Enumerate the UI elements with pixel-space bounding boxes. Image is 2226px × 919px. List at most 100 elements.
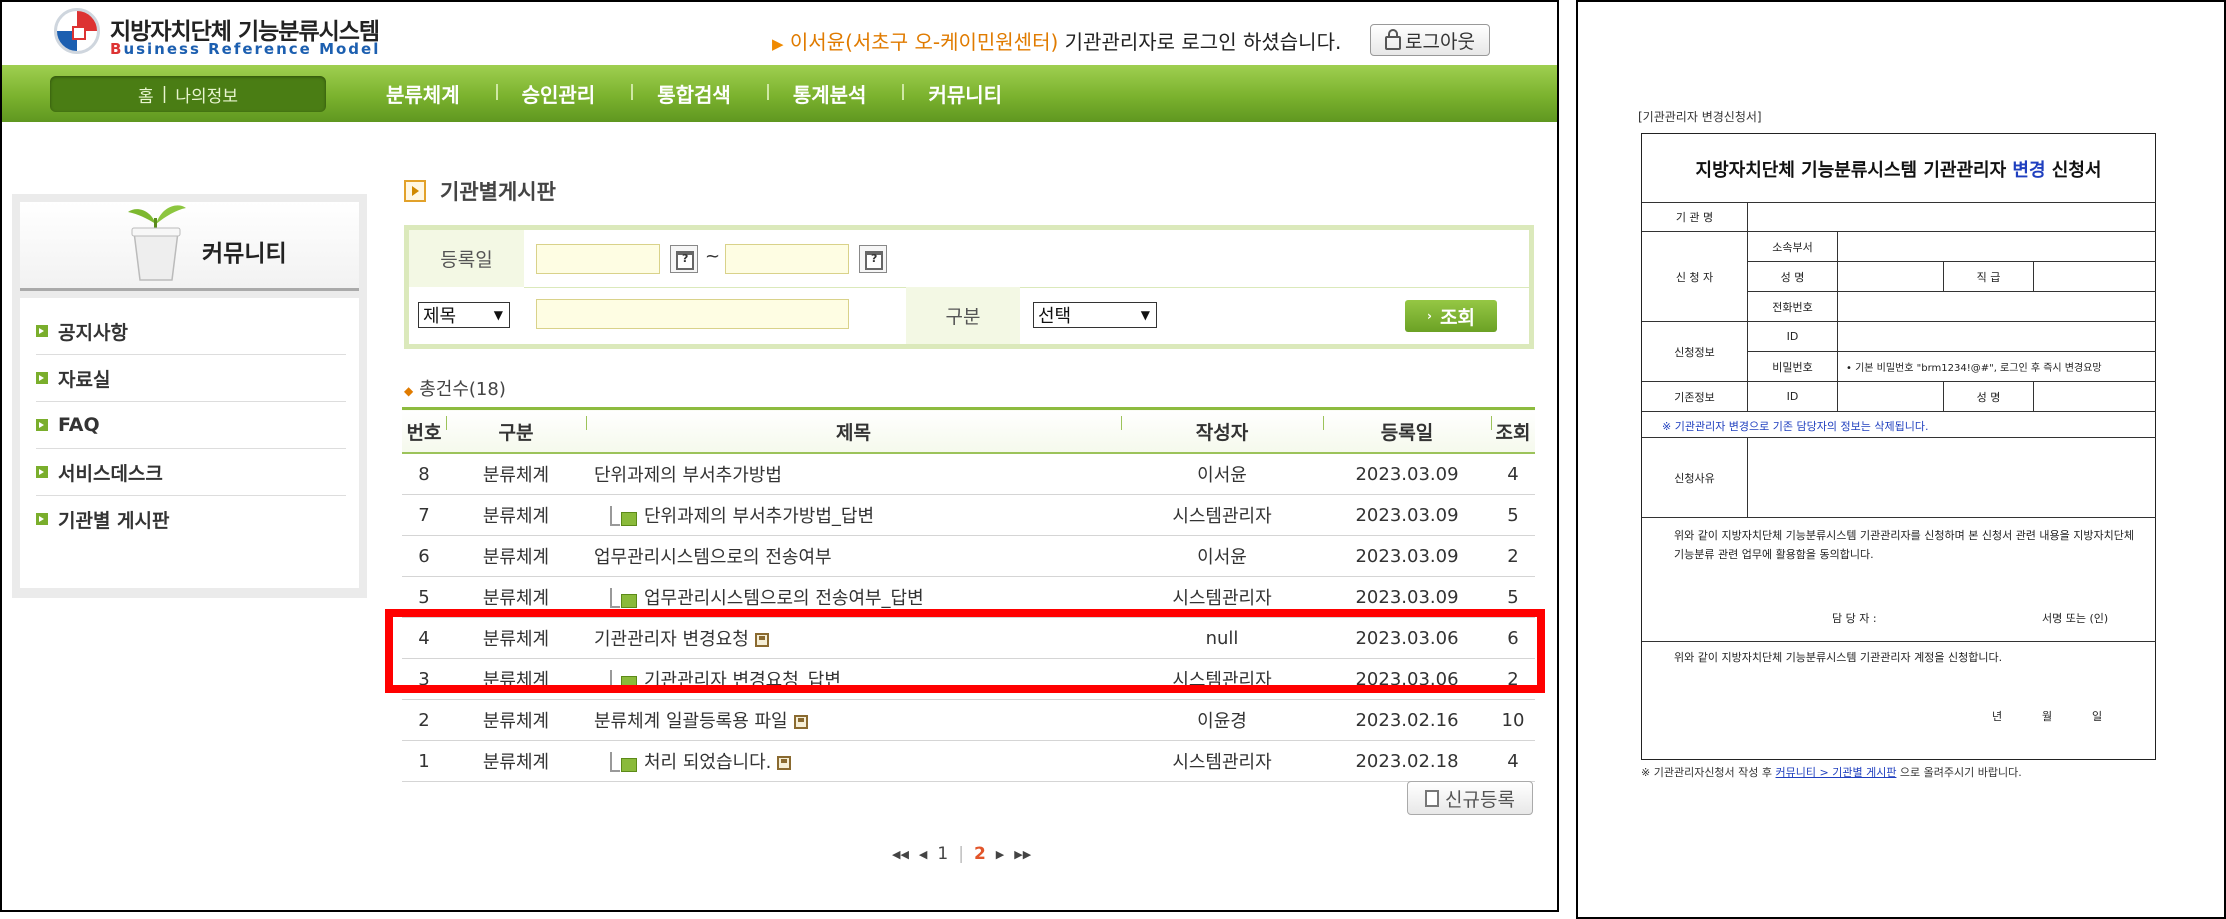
myinfo-link[interactable]: 나의정보 <box>175 82 238 107</box>
application-text: 위와 같이 지방자치단체 기능분류시스템 기관관리자 계정을 신청합니다. <box>1674 651 2003 664</box>
row-title-text[interactable]: 단위과제의 부서추가방법 <box>594 465 782 486</box>
name-value <box>1838 262 1944 292</box>
page-2-current[interactable]: 2 <box>974 844 986 864</box>
sidebar: 커뮤니티 공지사항 자료실 FAQ 서비스데스크 기관별 게시판 <box>12 194 367 598</box>
sidebar-item-service-desk[interactable]: 서비스데스크 <box>36 449 346 496</box>
row-title-text[interactable]: 처리 되었습니다. <box>644 752 771 773</box>
row-title-text[interactable]: 업무관리시스템으로의 전송여부_답변 <box>644 588 924 609</box>
login-status: ▶ 이서윤(서초구 오-케이민원센터) 기관관리자로 로그인 하셨습니다. <box>772 26 1341 55</box>
logo[interactable]: 지방자치단체 기능분류시스템 Business Reference Model <box>54 8 380 62</box>
password-note: • 기본 비밀번호 "brm1234!@#", 로그인 후 즉시 변경요망 <box>1838 352 2156 382</box>
sidebar-item-library[interactable]: 자료실 <box>36 355 346 402</box>
phone-value <box>1838 292 2156 322</box>
sidebar-item-label: 서비스데스크 <box>58 462 163 485</box>
row-number: 1 <box>402 740 446 782</box>
reply-icon <box>610 506 638 528</box>
row-number: 8 <box>402 453 446 495</box>
start-date-input[interactable] <box>536 244 660 274</box>
login-user: 이서윤(서초구 오-케이민원센터) <box>789 30 1059 54</box>
new-post-button[interactable]: 신규등록 <box>1407 781 1533 815</box>
existing-id-value <box>1838 382 1944 412</box>
nav-item-search[interactable]: 통합검색 <box>633 79 769 108</box>
signature-label: 서명 또는 (인) <box>2042 612 2109 625</box>
home-nav-box: 홈 | 나의정보 <box>50 76 326 112</box>
last-page-icon[interactable]: ▶▶ <box>1014 848 1031 861</box>
title-arrow-icon <box>404 180 426 202</box>
first-page-icon[interactable]: ◀◀ <box>892 848 909 861</box>
sidebar-item-label: 자료실 <box>58 368 111 391</box>
total-count-text: 총건수(18) <box>419 379 506 400</box>
keyword-input[interactable] <box>536 299 849 329</box>
rank-label: 직 급 <box>1944 262 2034 292</box>
row-date: 2023.02.16 <box>1323 699 1491 741</box>
row-title[interactable]: 단위과제의 부서추가방법 <box>586 453 1121 495</box>
day-label: 일 <box>2092 710 2103 723</box>
applicant-label: 신 청 자 <box>1642 232 1748 322</box>
row-author: 이윤경 <box>1121 699 1323 741</box>
sidebar-item-faq[interactable]: FAQ <box>36 402 346 449</box>
nav-item-statistics[interactable]: 통계분석 <box>769 79 905 108</box>
calendar-icon[interactable] <box>670 245 698 273</box>
prev-page-icon[interactable]: ◀ <box>919 848 927 861</box>
row-date: 2023.03.09 <box>1323 494 1491 536</box>
table-row[interactable]: 1 분류체계 처리 되었습니다. 시스템관리자 2023.02.18 4 <box>402 740 1535 782</box>
row-views: 4 <box>1491 453 1535 495</box>
bullet-icon <box>36 513 48 525</box>
row-category: 분류체계 <box>446 453 586 495</box>
category-select[interactable]: 선택 ▼ <box>1033 302 1157 328</box>
logo-subtitle: Business Reference Model <box>110 40 381 58</box>
lock-icon <box>1385 29 1402 50</box>
footnote-link[interactable]: 커뮤니티 > 기관별 게시판 <box>1776 766 1897 779</box>
calendar-icon[interactable] <box>859 245 887 273</box>
row-title[interactable]: 단위과제의 부서추가방법_답변 <box>586 494 1121 536</box>
sidebar-item-notice[interactable]: 공지사항 <box>36 308 346 355</box>
reason-value <box>1748 438 2156 518</box>
bullet-icon <box>36 419 48 431</box>
table-row[interactable]: 7 분류체계 단위과제의 부서추가방법_답변 시스템관리자 2023.03.09 5 <box>402 494 1535 536</box>
end-date-input[interactable] <box>725 244 849 274</box>
field-select[interactable]: 제목 ▼ <box>418 302 510 328</box>
row-date: 2023.03.09 <box>1323 535 1491 577</box>
search-button-label: 조회 <box>1439 306 1475 329</box>
row-category: 분류체계 <box>446 740 586 782</box>
sidebar-title: 커뮤니티 <box>202 241 287 267</box>
nav-item-community[interactable]: 커뮤니티 <box>904 79 1040 108</box>
sidebar-item-label: FAQ <box>58 414 100 436</box>
home-link[interactable]: 홈 <box>138 82 154 107</box>
logout-button[interactable]: 로그아웃 <box>1370 24 1490 56</box>
search-row-keyword: 제목 ▼ 구분 선택 ▼ › 조회 <box>409 287 1529 344</box>
row-title-text[interactable]: 단위과제의 부서추가방법_답변 <box>644 506 874 527</box>
nav-menu: 분류체계 승인관리 통합검색 통계분석 커뮤니티 <box>362 65 1040 122</box>
date-range-separator: ~ <box>705 246 721 267</box>
row-author: 시스템관리자 <box>1121 740 1323 782</box>
row-title[interactable]: 업무관리시스템으로의 전송여부 <box>586 535 1121 577</box>
name-label: 성 명 <box>1748 262 1838 292</box>
row-author: 이서윤 <box>1121 453 1323 495</box>
row-title-text[interactable]: 분류체계 일괄등록용 파일 <box>594 711 788 732</box>
page-1[interactable]: 1 <box>937 844 948 864</box>
row-title[interactable]: 처리 되었습니다. <box>586 740 1121 782</box>
nav-item-approval[interactable]: 승인관리 <box>498 79 634 108</box>
form-footnote: ※ 기관관리자신청서 작성 후 커뮤니티 > 기관별 게시판 으로 올려주시기 … <box>1641 766 2022 779</box>
row-category: 분류체계 <box>446 699 586 741</box>
sidebar-item-org-board[interactable]: 기관별 게시판 <box>36 496 346 542</box>
password-label: 비밀번호 <box>1748 352 1838 382</box>
dept-label: 소속부서 <box>1748 232 1838 262</box>
table-row[interactable]: 2 분류체계 분류체계 일괄등록용 파일 이윤경 2023.02.16 10 <box>402 699 1535 741</box>
row-title[interactable]: 분류체계 일괄등록용 파일 <box>586 699 1121 741</box>
sidebar-item-label: 공지사항 <box>58 321 128 344</box>
main-nav: 홈 | 나의정보 분류체계 승인관리 통합검색 통계분석 커뮤니티 <box>2 65 1557 122</box>
row-views: 2 <box>1491 535 1535 577</box>
column-header-views: 조회 <box>1491 407 1535 454</box>
page-separator: | <box>958 844 964 864</box>
sidebar-menu: 공지사항 자료실 FAQ 서비스데스크 기관별 게시판 <box>20 298 359 588</box>
table-row[interactable]: 8 분류체계 단위과제의 부서추가방법 이서윤 2023.03.09 4 <box>402 453 1535 495</box>
search-button[interactable]: › 조회 <box>1405 300 1497 332</box>
row-title-text[interactable]: 업무관리시스템으로의 전송여부 <box>594 547 832 568</box>
column-header-author: 작성자 <box>1121 407 1323 454</box>
agreement-text: 위와 같이 지방자치단체 기능분류시스템 기관관리자를 신청하며 본 신청서 관… <box>1674 529 2135 561</box>
table-row[interactable]: 6 분류체계 업무관리시스템으로의 전송여부 이서윤 2023.03.09 2 <box>402 535 1535 577</box>
column-header-category: 구분 <box>446 407 586 454</box>
nav-item-classification[interactable]: 분류체계 <box>362 79 498 108</box>
next-page-icon[interactable]: ▶ <box>996 848 1004 861</box>
